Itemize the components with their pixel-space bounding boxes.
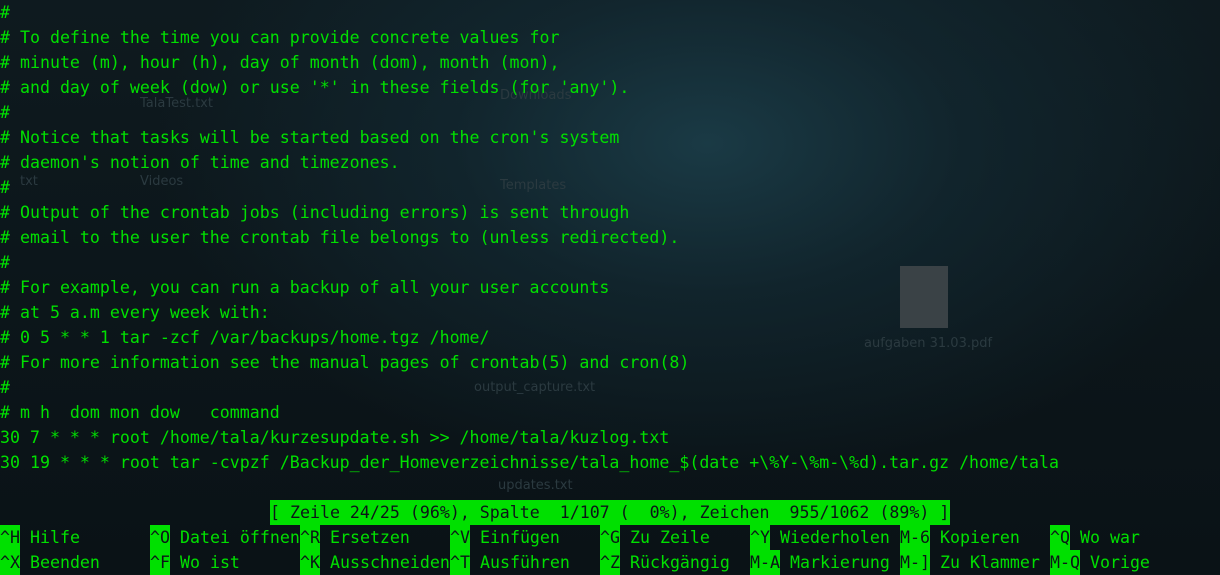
editor-line[interactable]: # daemon's notion of time and timezones.	[0, 150, 400, 175]
shortcut-key: ^Q	[1050, 525, 1070, 550]
shortcut-key: M-6	[900, 525, 930, 550]
editor-line[interactable]: # and day of week (dow) or use '*' in th…	[0, 75, 629, 100]
editor-line[interactable]: #	[0, 0, 10, 25]
shortcut-key: ^X	[0, 550, 20, 575]
editor-line[interactable]: # To define the time you can provide con…	[0, 25, 559, 50]
editor-line[interactable]: # m h dom mon dow command	[0, 400, 280, 425]
nano-editor[interactable]: # # To define the time you can provide co…	[0, 0, 1220, 575]
editor-line[interactable]: # email to the user the crontab file bel…	[0, 225, 679, 250]
editor-line[interactable]: #	[0, 100, 10, 125]
shortcut-key: ^Z	[600, 550, 620, 575]
shortcut-ausschneiden[interactable]: ^K Ausschneiden	[300, 550, 450, 575]
editor-line[interactable]: # at 5 a.m every week with:	[0, 300, 270, 325]
shortcut-key: ^V	[450, 525, 470, 550]
shortcut-ausf-hren[interactable]: ^T Ausführen	[450, 550, 570, 575]
shortcut-key: M-Q	[1050, 550, 1080, 575]
editor-line[interactable]: 30 19 * * * root tar -cvpzf /Backup_der_…	[0, 450, 1059, 475]
shortcut-key: ^K	[300, 550, 320, 575]
editor-line[interactable]: #	[0, 250, 10, 275]
shortcut-r-ckg-ngig[interactable]: ^Z Rückgängig	[600, 550, 730, 575]
shortcut-label: Markierung	[789, 553, 890, 572]
shortcut-key: ^Y	[750, 525, 770, 550]
shortcut-label: Wiederholen	[779, 528, 890, 547]
shortcut-key: ^O	[150, 525, 170, 550]
editor-line[interactable]: 30 7 * * * root /home/tala/kurzesupdate.…	[0, 425, 669, 450]
shortcut-label: Vorige	[1089, 553, 1150, 572]
shortcut-kopieren[interactable]: M-6 Kopieren	[900, 525, 1020, 550]
shortcut-key: ^T	[450, 550, 470, 575]
status-bar: [ Zeile 24/25 (96%), Spalte 1/107 ( 0%),…	[270, 500, 950, 525]
shortcut-label: Einfügen	[479, 528, 560, 547]
editor-line[interactable]: # For more information see the manual pa…	[0, 350, 689, 375]
shortcut-label: Wo war	[1079, 528, 1140, 547]
editor-line[interactable]: # minute (m), hour (h), day of month (do…	[0, 50, 559, 75]
shortcut-hilfe[interactable]: ^H Hilfe	[0, 525, 80, 550]
editor-line[interactable]: # Output of the crontab jobs (including …	[0, 200, 629, 225]
shortcut-label: Ausführen	[479, 553, 570, 572]
shortcut-label: Datei öffnen	[179, 528, 300, 547]
shortcut-key: M-A	[750, 550, 780, 575]
shortcut-key: ^H	[0, 525, 20, 550]
shortcut-zu-klammer[interactable]: M-] Zu Klammer	[900, 550, 1040, 575]
shortcut-label: Zu Klammer	[939, 553, 1040, 572]
shortcut-datei-ffnen[interactable]: ^O Datei öffnen	[150, 525, 300, 550]
shortcut-label: Beenden	[29, 553, 100, 572]
shortcut-label: Zu Zeile	[629, 528, 710, 547]
shortcut-label: Ausschneiden	[329, 553, 450, 572]
shortcut-beenden[interactable]: ^X Beenden	[0, 550, 100, 575]
shortcut-label: Kopieren	[939, 528, 1020, 547]
editor-line[interactable]: # 0 5 * * 1 tar -zcf /var/backups/home.t…	[0, 325, 490, 350]
editor-line[interactable]: #	[0, 175, 10, 200]
shortcut-einf-gen[interactable]: ^V Einfügen	[450, 525, 560, 550]
shortcut-label: Hilfe	[29, 528, 80, 547]
shortcut-wiederholen[interactable]: ^Y Wiederholen	[750, 525, 890, 550]
shortcut-vorige[interactable]: M-Q Vorige	[1050, 550, 1150, 575]
shortcut-label: Ersetzen	[329, 528, 410, 547]
shortcut-label: Rückgängig	[629, 553, 730, 572]
shortcut-key: ^R	[300, 525, 320, 550]
shortcut-ersetzen[interactable]: ^R Ersetzen	[300, 525, 410, 550]
shortcut-key: M-]	[900, 550, 930, 575]
shortcut-markierung[interactable]: M-A Markierung	[750, 550, 890, 575]
shortcut-wo-ist[interactable]: ^F Wo ist	[150, 550, 240, 575]
editor-line[interactable]: # Notice that tasks will be started base…	[0, 125, 619, 150]
shortcut-key: ^G	[600, 525, 620, 550]
shortcut-label: Wo ist	[179, 553, 240, 572]
shortcut-zu-zeile[interactable]: ^G Zu Zeile	[600, 525, 710, 550]
shortcut-key: ^F	[150, 550, 170, 575]
editor-line[interactable]: #	[0, 375, 10, 400]
shortcut-wo-war[interactable]: ^Q Wo war	[1050, 525, 1140, 550]
editor-line[interactable]: # For example, you can run a backup of a…	[0, 275, 609, 300]
